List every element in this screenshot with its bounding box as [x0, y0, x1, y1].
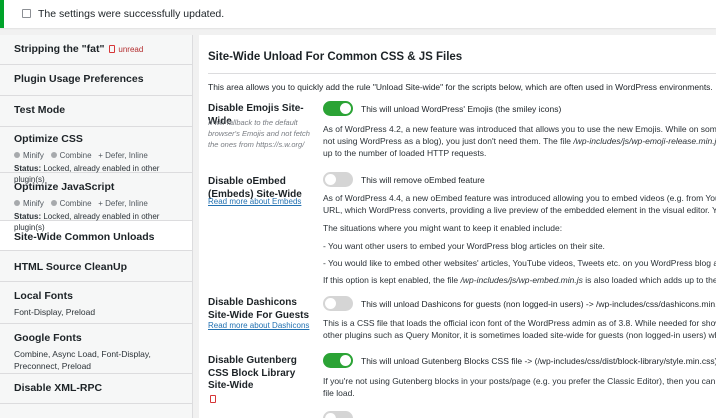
tab-html-source-cleanup[interactable]: HTML Source CleanUp: [0, 251, 192, 282]
oembed-read-more-link[interactable]: Read more about Embeds: [208, 197, 301, 206]
tab-local-fonts[interactable]: Local Fonts Font-Display, Preload: [0, 282, 192, 324]
emojis-toggle[interactable]: [323, 101, 353, 116]
emojis-toggle-text: This will unload WordPress' Emojis (the …: [361, 104, 562, 114]
sidebar: Stripping the "fat" unread Plugin Usage …: [0, 35, 193, 418]
optimize-js-options: Minify Combine + Defer, Inline: [14, 198, 178, 209]
option-combine: Combine: [59, 151, 92, 160]
tab-label: Local Fonts: [14, 290, 73, 302]
oembed-desc-line-6: If this option is kept enabled, the file…: [323, 275, 716, 285]
option-minify: Minify: [23, 151, 44, 160]
tab-label: Stripping the "fat" unread: [14, 43, 178, 56]
tab-label: Optimize CSS: [14, 133, 83, 145]
option-minify: Minify: [23, 199, 44, 208]
tab-label: Optimize JavaScript: [14, 181, 115, 193]
option-combine: Combine: [59, 199, 92, 208]
page-title: Site-Wide Unload For Common CSS & JS Fil…: [208, 51, 463, 63]
status-label: Status:: [14, 164, 42, 173]
toggle-knob: [340, 355, 351, 366]
dashicons-toggle-text: This will unload Dashicons for guests (n…: [361, 299, 716, 309]
radio-icon: [50, 200, 57, 206]
tab-label: Site-Wide Common Unloads: [14, 231, 155, 243]
status-label: Status:: [14, 212, 42, 221]
divider: [208, 73, 716, 74]
radio-icon: [50, 152, 57, 158]
tab-disable-xml-rpc[interactable]: Disable XML-RPC: [0, 374, 192, 404]
tab-title: Stripping the "fat": [14, 43, 105, 55]
gutenberg-label: Disable Gutenberg CSS Block Library Site…: [208, 355, 297, 391]
tab-label: Disable XML-RPC: [14, 382, 103, 394]
toggle-knob: [325, 413, 336, 418]
success-notice: The settings were successfully updated.: [0, 0, 716, 28]
intro-text: This area allows you to quickly add the …: [208, 82, 713, 92]
option-defer-inline: + Defer, Inline: [98, 199, 148, 208]
oembed-desc-line-4: - You want other users to embed your Wor…: [323, 241, 605, 251]
checkbox-icon: [22, 9, 31, 18]
tab-label: Plugin Usage Preferences: [14, 73, 144, 85]
tab-stripping-the-fat[interactable]: Stripping the "fat" unread: [0, 35, 192, 65]
emojis-desc-line-1: As of WordPress 4.2, a new feature was i…: [323, 124, 716, 134]
tab-label: Google Fonts: [14, 332, 82, 344]
tab-subtitle: Font-Display, Preload: [14, 307, 96, 317]
page: The settings were successfully updated. …: [0, 0, 716, 418]
emojis-fallback-note: It will fallback to the default browser'…: [208, 118, 310, 149]
gutenberg-desc-line-1: If you're not using Gutenberg blocks in …: [323, 376, 716, 386]
bell-icon: [109, 45, 116, 53]
tab-plugin-usage-preferences[interactable]: Plugin Usage Preferences: [0, 65, 192, 96]
optimize-css-options: Minify Combine + Defer, Inline: [14, 150, 178, 161]
oembed-toggle[interactable]: [323, 172, 353, 187]
toggle-knob: [325, 298, 336, 309]
main-panel: Site-Wide Unload For Common CSS & JS Fil…: [199, 35, 716, 418]
toggle-knob: [325, 174, 336, 185]
dashicons-desc-line-1: This is a CSS file that loads the offici…: [323, 318, 716, 328]
oembed-toggle-text: This will remove oEmbed feature: [361, 175, 485, 185]
tab-optimize-javascript[interactable]: Optimize JavaScript Minify Combine + Def…: [0, 173, 192, 232]
oembed-desc-line-2: URL, which WordPress converts, providing…: [323, 205, 716, 215]
radio-icon: [14, 200, 20, 206]
dashicons-toggle[interactable]: [323, 296, 353, 311]
dashicons-desc-line-2: other plugins such as Query Monitor, it …: [323, 330, 716, 340]
radio-icon: [14, 152, 20, 158]
oembed-desc-line-5: - You would like to embed other websites…: [323, 258, 716, 268]
tab-google-fonts[interactable]: Google Fonts Combine, Async Load, Font-D…: [0, 324, 192, 374]
bell-icon: [210, 395, 216, 403]
tab-label: HTML Source CleanUp: [14, 261, 127, 273]
tab-label: Test Mode: [14, 104, 66, 116]
dashicons-label: Disable Dashicons Site-Wide For Guests: [208, 297, 310, 321]
dashicons-read-more-link[interactable]: Read more about Dashicons: [208, 321, 309, 330]
tab-test-mode[interactable]: Test Mode: [0, 96, 192, 127]
gutenberg-toggle[interactable]: [323, 353, 353, 368]
tab-subtitle: Combine, Async Load, Font-Display, Preco…: [14, 349, 151, 371]
option-defer-inline: + Defer, Inline: [98, 151, 148, 160]
tab-optimize-css[interactable]: Optimize CSS Minify Combine + Defer, Inl…: [0, 127, 192, 184]
oembed-desc-line-1: As of WordPress 4.4, a new oEmbed featur…: [323, 193, 716, 203]
unread-badge: unread: [118, 45, 144, 54]
notice-message: The settings were successfully updated.: [38, 8, 225, 20]
oembed-desc-line-3: The situations where you might want to k…: [323, 223, 563, 233]
emojis-desc-line-3: up to the number of loaded HTTP requests…: [323, 148, 487, 158]
gutenberg-desc-line-2: file load.: [323, 388, 355, 398]
emojis-desc-line-2: not using WordPress as a blog), you just…: [323, 136, 716, 146]
next-option-toggle[interactable]: [323, 411, 353, 418]
toggle-knob: [340, 103, 351, 114]
gutenberg-toggle-text: This will unload Gutenberg Blocks CSS fi…: [361, 356, 716, 366]
